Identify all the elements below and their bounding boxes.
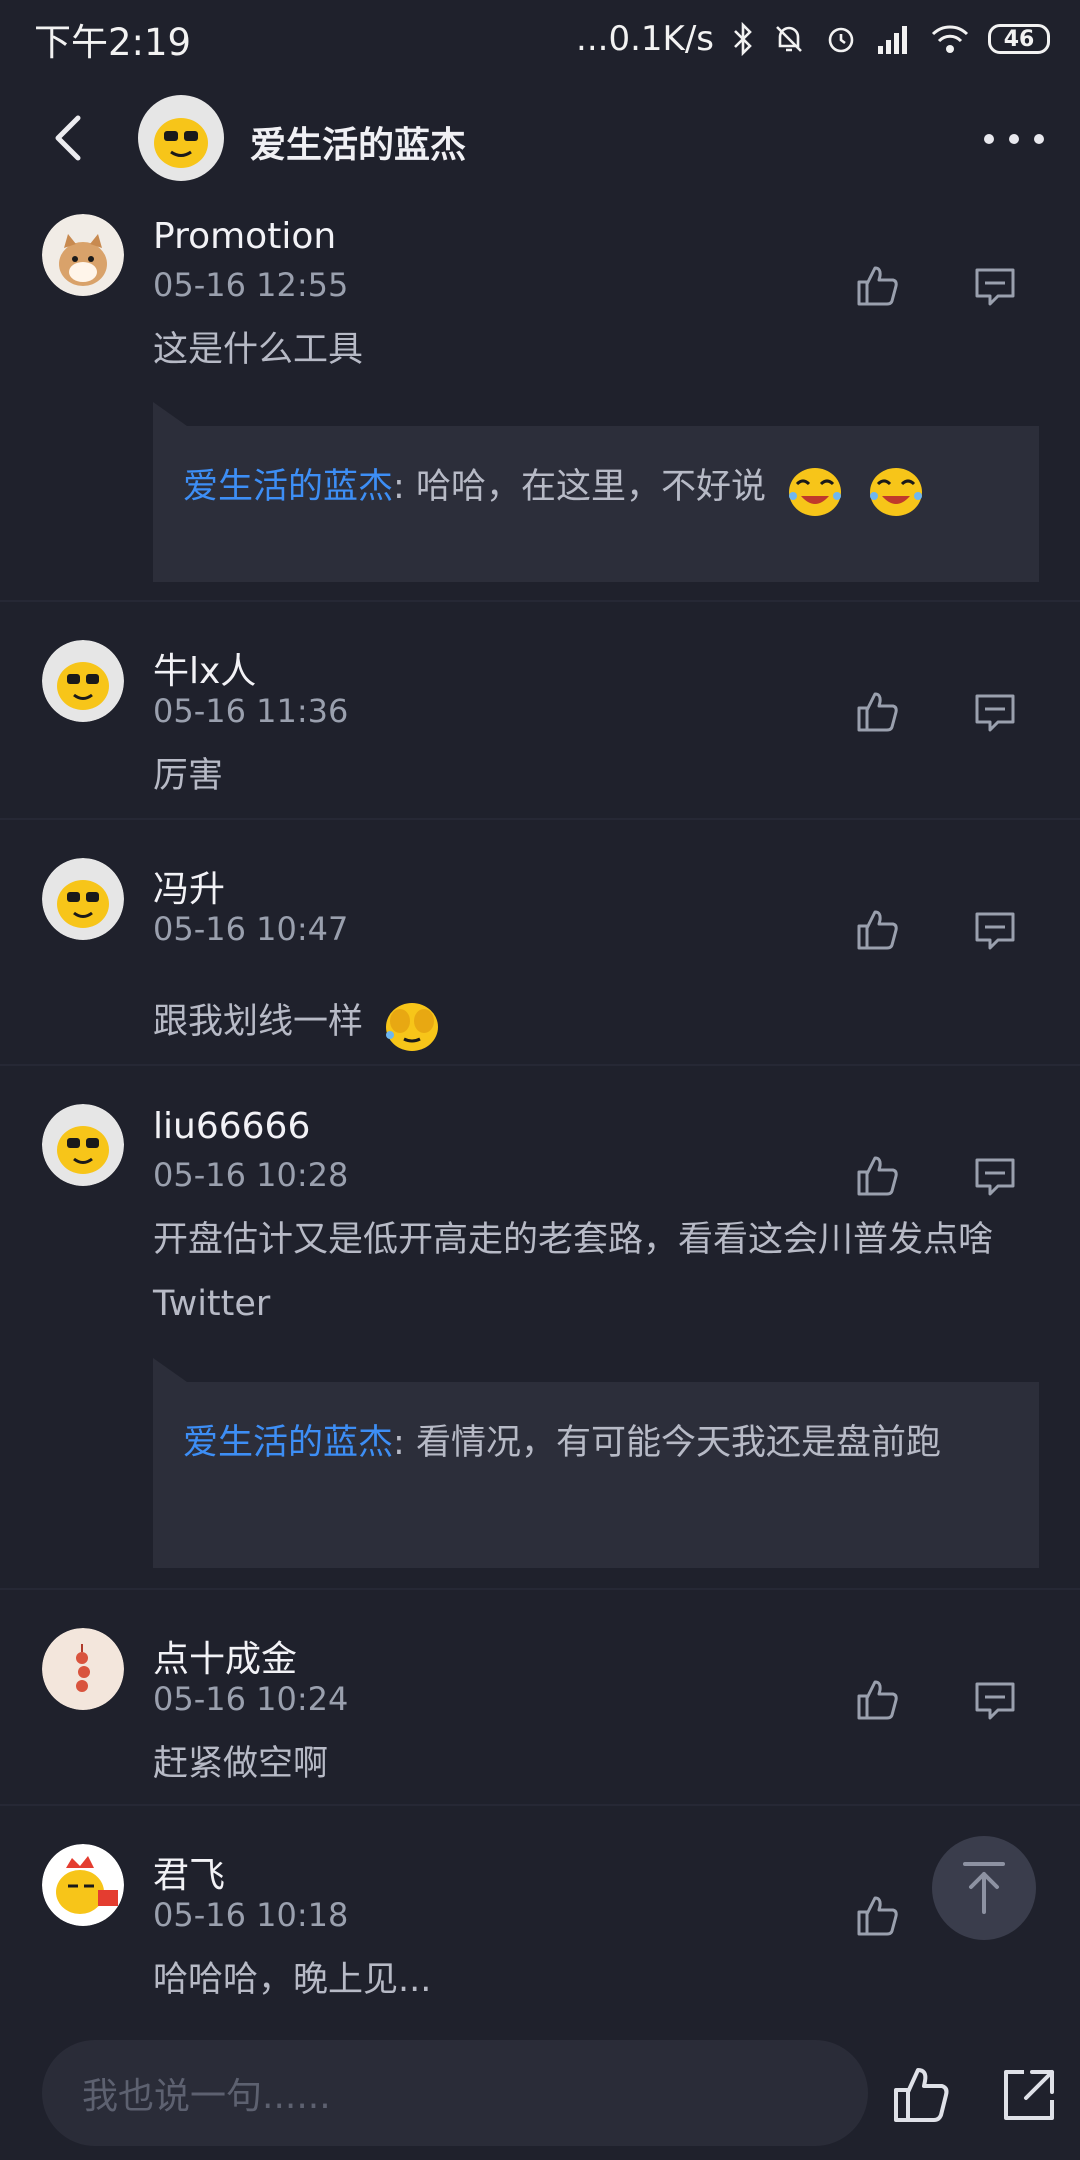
reply-separator: : <box>393 467 405 507</box>
avatar[interactable] <box>42 1844 124 1926</box>
like-icon[interactable] <box>853 1152 901 1200</box>
scroll-to-top-button[interactable] <box>932 1836 1036 1940</box>
reply-author[interactable]: 爱生活的蓝杰 <box>183 1423 393 1463</box>
status-time: 下午2:19 <box>34 21 192 64</box>
comment-input-placeholder: 我也说一句...... <box>82 2076 331 2117</box>
comment-text-content: 跟我划线一样 <box>153 1002 364 1042</box>
reply-icon[interactable] <box>972 1678 1018 1724</box>
reply-icon[interactable] <box>972 264 1018 310</box>
reply-icon[interactable] <box>972 1154 1018 1200</box>
reply-author[interactable]: 爱生活的蓝杰 <box>183 467 393 507</box>
status-icons: ...0.1K/s 46 <box>576 19 1050 59</box>
divider <box>0 1588 1080 1590</box>
alarm-icon <box>828 27 854 53</box>
comment-timestamp: 05-16 11:36 <box>153 692 349 730</box>
avatar[interactable] <box>42 1104 124 1186</box>
author-avatar[interactable] <box>138 95 224 181</box>
comment-input[interactable]: 我也说一句...... <box>42 2040 868 2146</box>
comment-timestamp: 05-16 10:24 <box>153 1680 349 1718</box>
comment-text: 哈哈哈，晚上见... <box>153 1960 432 2000</box>
avatar[interactable] <box>42 640 124 722</box>
like-post-icon[interactable] <box>890 2064 952 2126</box>
top-app-bar: 爱生活的蓝杰 <box>0 78 1080 198</box>
comment-text: 赶紧做空啊 <box>153 1744 329 1784</box>
divider <box>0 1064 1080 1066</box>
like-icon[interactable] <box>853 1676 901 1724</box>
comment-text: 开盘估计又是低开高走的老套路，看看这会川普发点啥Twitter <box>153 1220 994 1324</box>
back-arrow-icon[interactable] <box>42 110 98 166</box>
network-speed: ...0.1K/s <box>576 19 714 59</box>
comment-username[interactable]: 冯升 <box>153 860 225 912</box>
avatar[interactable] <box>42 858 124 940</box>
mute-bell-icon <box>776 26 802 52</box>
comment-timestamp: 05-16 10:47 <box>153 910 349 948</box>
divider <box>0 600 1080 602</box>
comment-timestamp: 05-16 10:28 <box>153 1156 349 1194</box>
share-icon[interactable] <box>998 2064 1060 2126</box>
comment-username[interactable]: 君飞 <box>153 1846 225 1898</box>
comment-text: 厉害 <box>153 756 224 796</box>
like-icon[interactable] <box>853 262 901 310</box>
comment-text: 这是什么工具 <box>153 330 364 370</box>
page-title: 爱生活的蓝杰 <box>250 125 467 166</box>
comment-username[interactable]: 牛lx人 <box>153 642 256 694</box>
like-icon[interactable] <box>853 1892 901 1940</box>
comment-timestamp: 05-16 12:55 <box>153 266 349 304</box>
bottom-bar: 我也说一句...... <box>0 2020 1080 2160</box>
comment-timestamp: 05-16 10:18 <box>153 1896 349 1934</box>
reply-icon[interactable] <box>972 908 1018 954</box>
status-bar: 下午2:19 ...0.1K/s 46 <box>0 0 1080 78</box>
laughing-tiger-emoji-icon <box>789 468 842 516</box>
bluetooth-icon <box>734 22 752 56</box>
facepalm-tiger-emoji-icon <box>386 1003 439 1051</box>
author-reply: 爱生活的蓝杰: 看情况，有可能今天我还是盘前跑 <box>153 1358 1039 1568</box>
comment-username[interactable]: 点十成金 <box>153 1630 297 1682</box>
comment-text: 跟我划线一样 <box>153 990 1043 1055</box>
reply-text: 看情况，有可能今天我还是盘前跑 <box>404 1423 941 1463</box>
arrow-up-to-top-icon <box>963 1862 1005 1914</box>
more-options-icon[interactable] <box>984 114 1044 164</box>
avatar[interactable] <box>42 214 124 296</box>
wifi-icon <box>931 25 969 53</box>
comment-username[interactable]: Promotion <box>153 216 336 257</box>
reply-separator: : <box>393 1423 405 1463</box>
battery-indicator: 46 <box>988 24 1050 54</box>
reply-icon[interactable] <box>972 690 1018 736</box>
like-icon[interactable] <box>853 688 901 736</box>
divider <box>0 1804 1080 1806</box>
divider <box>0 818 1080 820</box>
avatar[interactable] <box>42 1628 124 1710</box>
author-reply: 爱生活的蓝杰: 哈哈，在这里，不好说 <box>153 402 1039 582</box>
like-icon[interactable] <box>853 906 901 954</box>
reply-text: 哈哈，在这里，不好说 <box>404 467 766 507</box>
comment-username[interactable]: liu66666 <box>153 1106 310 1147</box>
signal-icon <box>878 26 907 54</box>
laughing-tiger-emoji-icon <box>870 468 923 516</box>
